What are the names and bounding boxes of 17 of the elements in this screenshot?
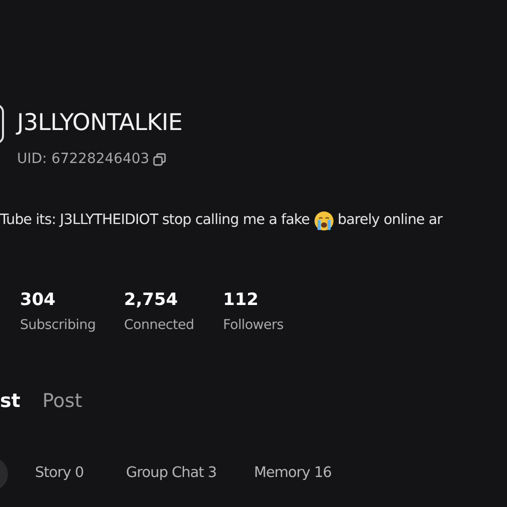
stat-value: 304 bbox=[20, 289, 56, 312]
tab[interactable]: Post bbox=[42, 388, 82, 414]
crying-face-icon bbox=[314, 210, 334, 231]
tab[interactable]: st bbox=[0, 388, 20, 414]
bio-text: Tube its: J3LLYTHEIDIOT stop calling me a fake bbox=[0, 211, 310, 230]
filter-tab[interactable]: Group Chat 3 bbox=[126, 462, 254, 484]
copy-icon[interactable] bbox=[153, 153, 166, 166]
uid-text: UID: 67228246403 bbox=[17, 150, 150, 169]
stat-value: 2,754 bbox=[124, 289, 179, 312]
filter-tab[interactable]: Story 0 bbox=[35, 462, 126, 484]
stat-label: Subscribing bbox=[20, 316, 97, 336]
bio-text: barely online ar bbox=[338, 211, 442, 230]
profile-name: J3LLYONTALKIE bbox=[17, 109, 184, 138]
stat-value: 112 bbox=[223, 289, 260, 312]
stat-label: Connected bbox=[124, 316, 195, 336]
filter-tab[interactable]: Memory 16 bbox=[254, 462, 332, 484]
stat-label: Followers bbox=[223, 316, 285, 336]
